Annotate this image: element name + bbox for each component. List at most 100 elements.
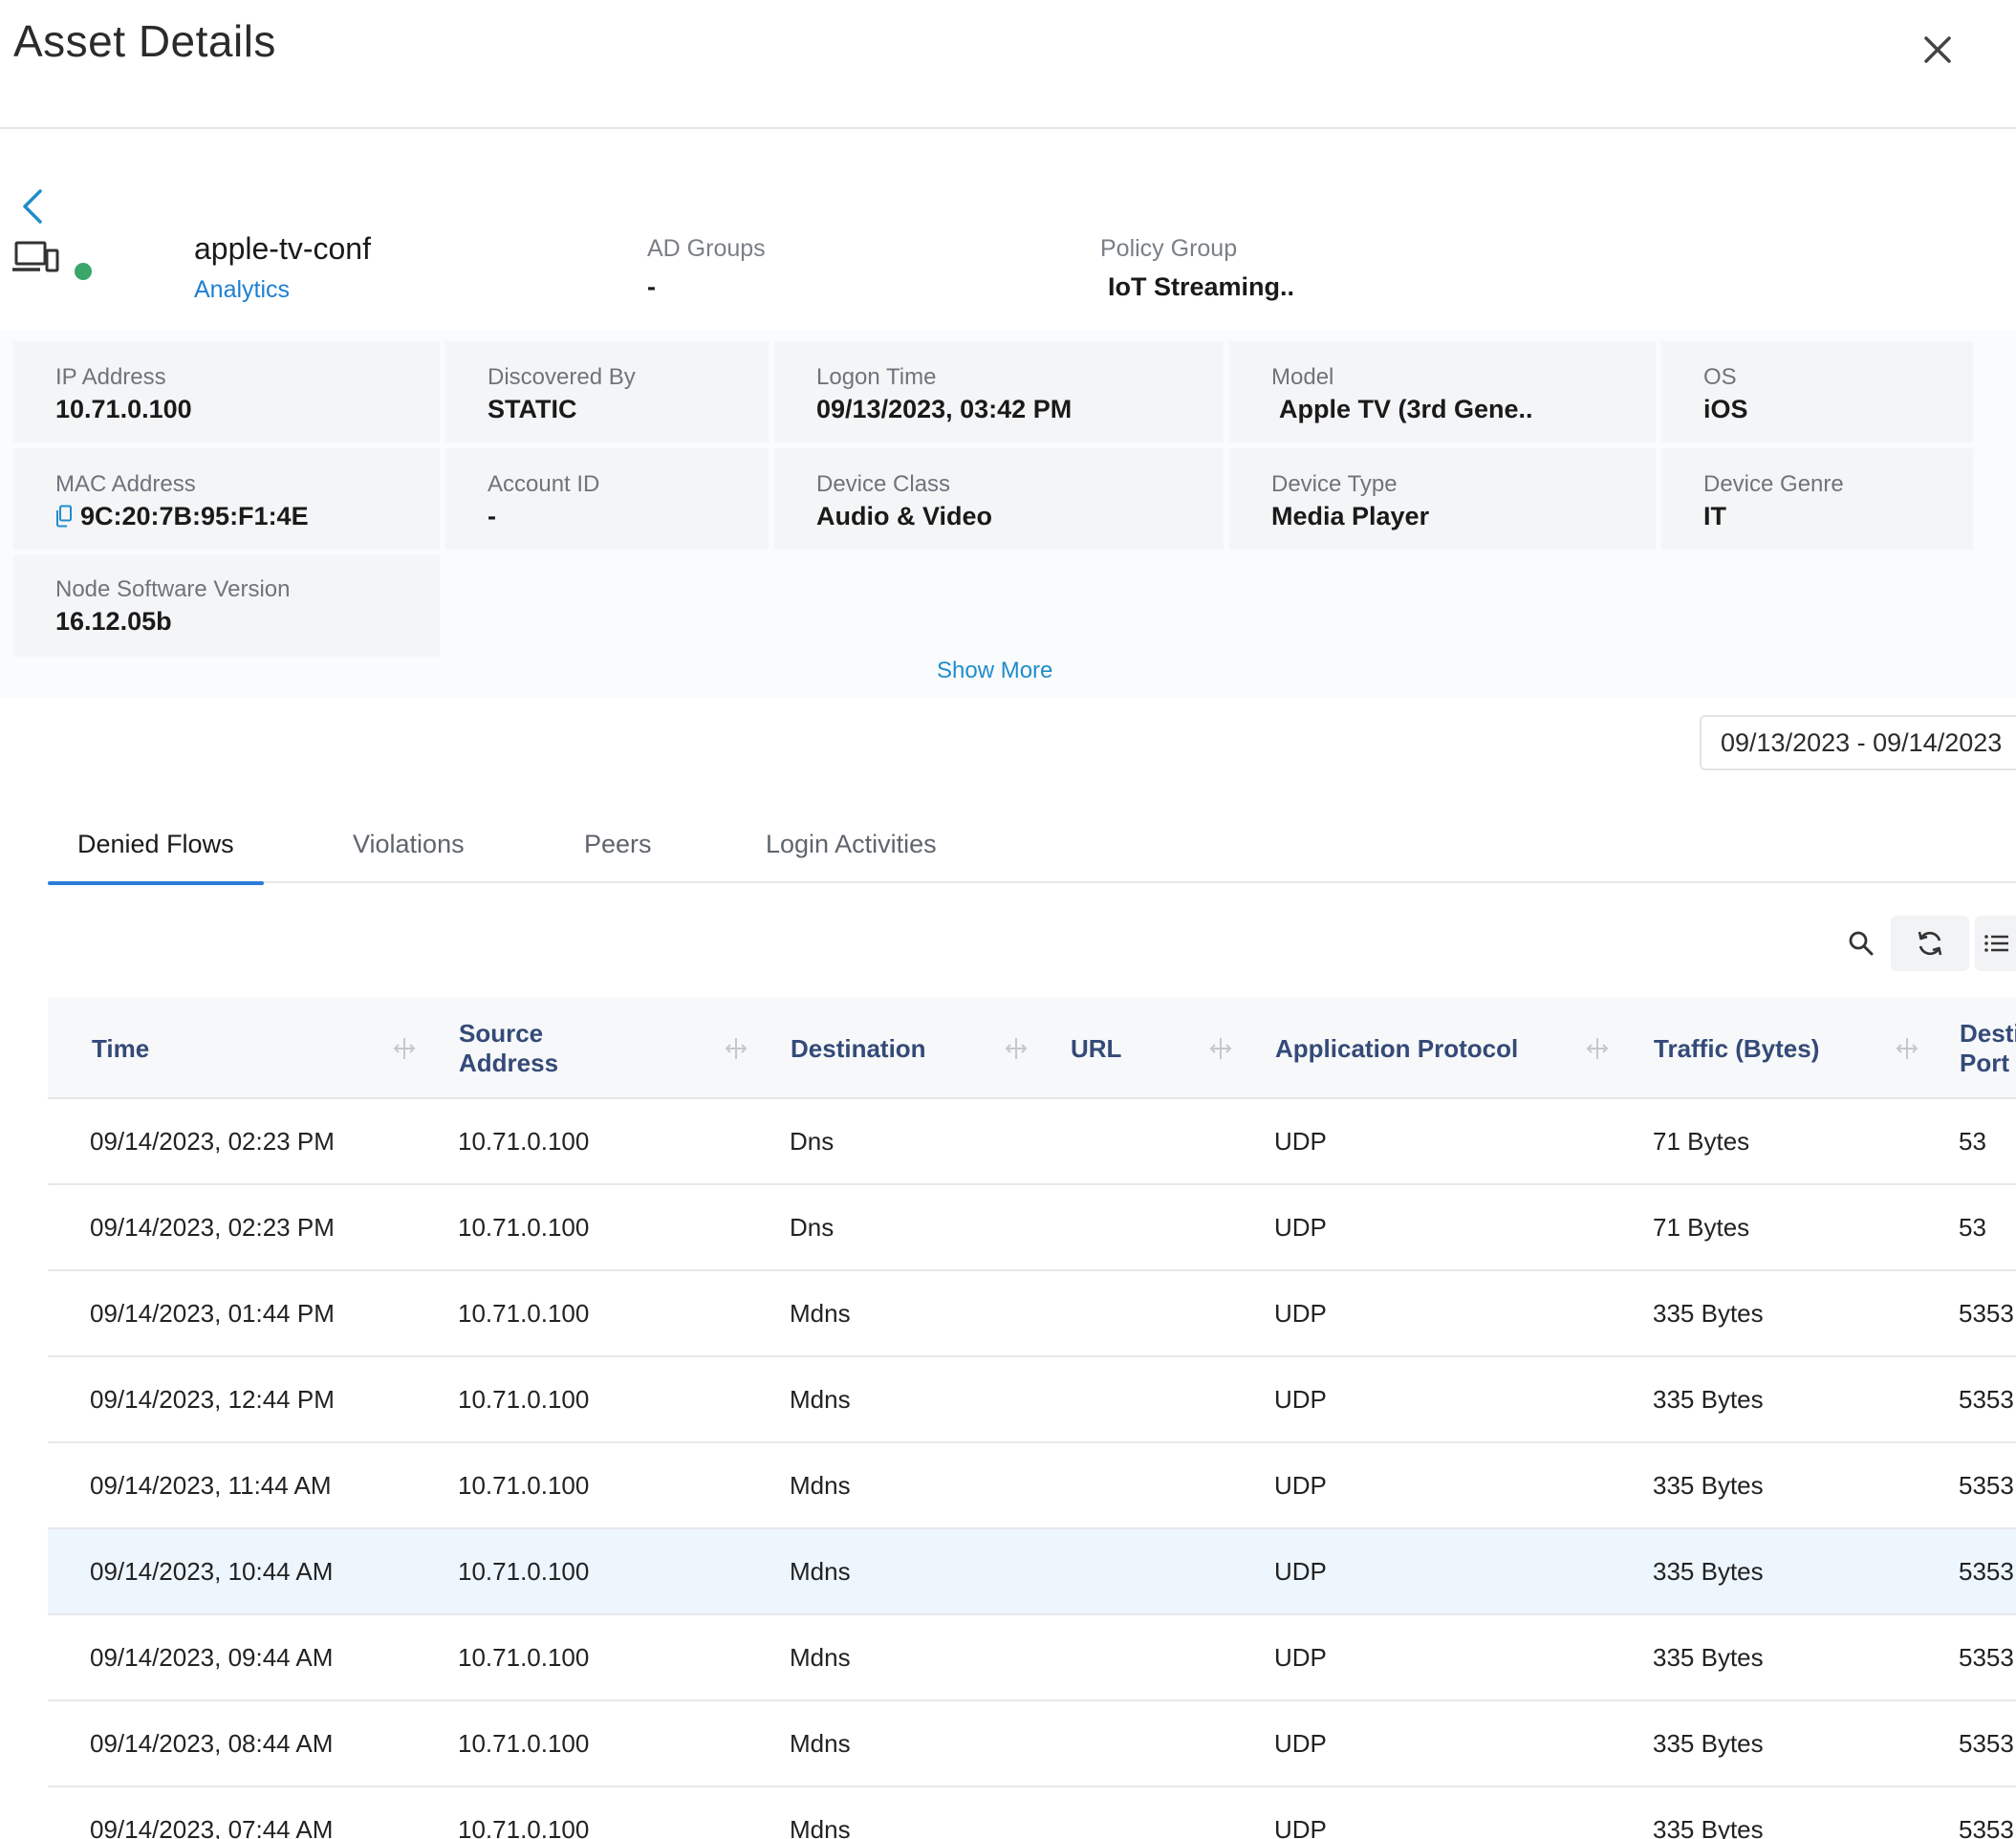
table-row[interactable]: 09/14/2023, 08:44 AM 10.71.0.100 Mdns UDP 33… bbox=[48, 1701, 2016, 1787]
table-row[interactable]: 09/14/2023, 09:44 AM 10.71.0.100 Mdns UDP 33… bbox=[48, 1615, 2016, 1701]
column-header-destination[interactable]: Destination bbox=[791, 998, 926, 1099]
info-label: Device Class bbox=[816, 471, 951, 497]
cell-source-address: 10.71.0.100 bbox=[458, 1557, 590, 1586]
tab-denied-flows[interactable]: Denied Flows bbox=[48, 830, 264, 885]
table-header: Time Source Address Destination URL Appli… bbox=[48, 998, 2016, 1099]
cell-traffic-bytes: 335 Bytes bbox=[1653, 1729, 1764, 1758]
cell-traffic-bytes: 71 Bytes bbox=[1653, 1127, 1750, 1156]
show-more-link[interactable]: Show More bbox=[937, 658, 1052, 684]
mac-address-value: 9C:20:7B:95:F1:4E bbox=[80, 502, 309, 530]
column-resize-icon[interactable] bbox=[392, 1036, 417, 1061]
info-label: Node Software Version bbox=[55, 576, 291, 602]
chevron-left-icon bbox=[23, 189, 42, 224]
info-value: Apple TV (3rd Gene.. bbox=[1279, 395, 1533, 423]
info-device-class: Device Class Audio & Video bbox=[774, 448, 1224, 550]
cell-time: 09/14/2023, 02:23 PM bbox=[90, 1127, 335, 1156]
table-row[interactable]: 09/14/2023, 01:44 PM 10.71.0.100 Mdns UDP 33… bbox=[48, 1271, 2016, 1357]
column-resize-icon[interactable] bbox=[1004, 1036, 1029, 1061]
table-row[interactable]: 09/14/2023, 10:44 AM 10.71.0.100 Mdns UDP 33… bbox=[48, 1529, 2016, 1615]
search-icon bbox=[1849, 931, 1874, 956]
info-value: Audio & Video bbox=[816, 502, 993, 530]
cell-traffic-bytes: 335 Bytes bbox=[1653, 1557, 1764, 1586]
cell-destination-port: 5353 bbox=[1959, 1385, 2014, 1414]
close-button[interactable] bbox=[1917, 29, 1959, 71]
table-row[interactable]: 09/14/2023, 11:44 AM 10.71.0.100 Mdns UDP 33… bbox=[48, 1443, 2016, 1529]
cell-time: 09/14/2023, 07:44 AM bbox=[90, 1815, 334, 1839]
cell-destination-port: 5353 bbox=[1959, 1643, 2014, 1672]
info-label: Device Genre bbox=[1703, 471, 1844, 497]
cell-traffic-bytes: 335 Bytes bbox=[1653, 1815, 1764, 1839]
info-value: 9C:20:7B:95:F1:4E bbox=[55, 502, 309, 531]
cell-destination-port: 53 bbox=[1959, 1213, 1986, 1242]
cell-destination: Dns bbox=[790, 1213, 835, 1242]
policy-group-label: Policy Group bbox=[1100, 235, 1238, 262]
info-value: IT bbox=[1703, 502, 1726, 530]
cell-application-protocol: UDP bbox=[1274, 1213, 1327, 1242]
cell-destination: Mdns bbox=[790, 1471, 851, 1500]
cell-destination-port: 5353 bbox=[1959, 1557, 2014, 1586]
column-resize-icon[interactable] bbox=[1585, 1036, 1610, 1061]
cell-destination: Dns bbox=[790, 1127, 835, 1156]
info-value: Media Player bbox=[1271, 502, 1430, 530]
column-header-destination-port[interactable]: DestinationPort bbox=[1960, 998, 2016, 1099]
cell-application-protocol: UDP bbox=[1274, 1299, 1327, 1328]
close-icon bbox=[1924, 36, 1951, 63]
column-resize-icon[interactable] bbox=[1895, 1036, 1919, 1061]
info-value: 10.71.0.100 bbox=[55, 395, 192, 423]
cell-source-address: 10.71.0.100 bbox=[458, 1643, 590, 1672]
table-row[interactable]: 09/14/2023, 12:44 PM 10.71.0.100 Mdns UDP 33… bbox=[48, 1357, 2016, 1443]
policy-group-value: IoT Streaming.. bbox=[1108, 272, 1295, 301]
tab-peers[interactable]: Peers bbox=[584, 830, 652, 883]
search-button[interactable] bbox=[1822, 916, 1900, 971]
ad-groups-value: - bbox=[647, 272, 656, 301]
table-body: 09/14/2023, 02:23 PM 10.71.0.100 Dns UDP 71 … bbox=[48, 1099, 2016, 1839]
column-header-traffic-bytes[interactable]: Traffic (Bytes) bbox=[1654, 998, 1819, 1099]
cell-source-address: 10.71.0.100 bbox=[458, 1213, 590, 1242]
cell-time: 09/14/2023, 01:44 PM bbox=[90, 1299, 335, 1328]
info-ip-address: IP Address 10.71.0.100 bbox=[13, 341, 440, 443]
date-range-picker[interactable]: 09/13/2023 - 09/14/2023 bbox=[1700, 715, 2016, 770]
info-label: Device Type bbox=[1271, 471, 1398, 497]
info-account-id: Account ID - bbox=[445, 448, 769, 550]
cell-source-address: 10.71.0.100 bbox=[458, 1471, 590, 1500]
cell-traffic-bytes: 335 Bytes bbox=[1653, 1299, 1764, 1328]
cell-application-protocol: UDP bbox=[1274, 1557, 1327, 1586]
column-header-time[interactable]: Time bbox=[92, 998, 149, 1099]
info-label: Account ID bbox=[488, 471, 600, 497]
cell-destination: Mdns bbox=[790, 1729, 851, 1758]
info-value: 09/13/2023, 03:42 PM bbox=[816, 395, 1073, 423]
table-row[interactable]: 09/14/2023, 07:44 AM 10.71.0.100 Mdns UDP 33… bbox=[48, 1787, 2016, 1839]
table-row[interactable]: 09/14/2023, 02:23 PM 10.71.0.100 Dns UDP 71 … bbox=[48, 1099, 2016, 1185]
tab-violations[interactable]: Violations bbox=[353, 830, 465, 883]
info-value: - bbox=[488, 502, 496, 530]
table-row[interactable]: 09/14/2023, 02:23 PM 10.71.0.100 Dns UDP 71 … bbox=[48, 1185, 2016, 1271]
info-label: Logon Time bbox=[816, 364, 937, 390]
asset-details-panel: Asset Details apple-tv-conf Analytics AD… bbox=[0, 0, 2016, 1839]
columns-button[interactable] bbox=[1975, 916, 2016, 971]
cell-traffic-bytes: 335 Bytes bbox=[1653, 1643, 1764, 1672]
device-icon bbox=[12, 241, 59, 272]
column-resize-icon[interactable] bbox=[724, 1036, 748, 1061]
cell-time: 09/14/2023, 02:23 PM bbox=[90, 1213, 335, 1242]
tab-login-activities[interactable]: Login Activities bbox=[766, 830, 937, 883]
cell-source-address: 10.71.0.100 bbox=[458, 1299, 590, 1328]
refresh-button[interactable] bbox=[1891, 916, 1969, 971]
column-header-source-address[interactable]: Source Address bbox=[459, 998, 558, 1099]
column-resize-icon[interactable] bbox=[1208, 1036, 1233, 1061]
cell-time: 09/14/2023, 12:44 PM bbox=[90, 1385, 335, 1414]
cell-source-address: 10.71.0.100 bbox=[458, 1385, 590, 1414]
copy-icon[interactable] bbox=[55, 505, 73, 528]
info-node-software-version: Node Software Version 16.12.05b bbox=[13, 555, 440, 657]
cell-traffic-bytes: 71 Bytes bbox=[1653, 1213, 1750, 1242]
info-label: Model bbox=[1271, 364, 1334, 390]
back-button[interactable] bbox=[15, 185, 50, 227]
column-header-url[interactable]: URL bbox=[1071, 998, 1121, 1099]
column-header-application-protocol[interactable]: Application Protocol bbox=[1275, 998, 1518, 1099]
info-os: OS iOS bbox=[1661, 341, 1973, 443]
cell-destination-port: 53 bbox=[1959, 1127, 1986, 1156]
cell-application-protocol: UDP bbox=[1274, 1729, 1327, 1758]
cell-time: 09/14/2023, 09:44 AM bbox=[90, 1643, 334, 1672]
analytics-link[interactable]: Analytics bbox=[194, 276, 290, 304]
cell-destination: Mdns bbox=[790, 1643, 851, 1672]
cell-destination: Mdns bbox=[790, 1557, 851, 1586]
